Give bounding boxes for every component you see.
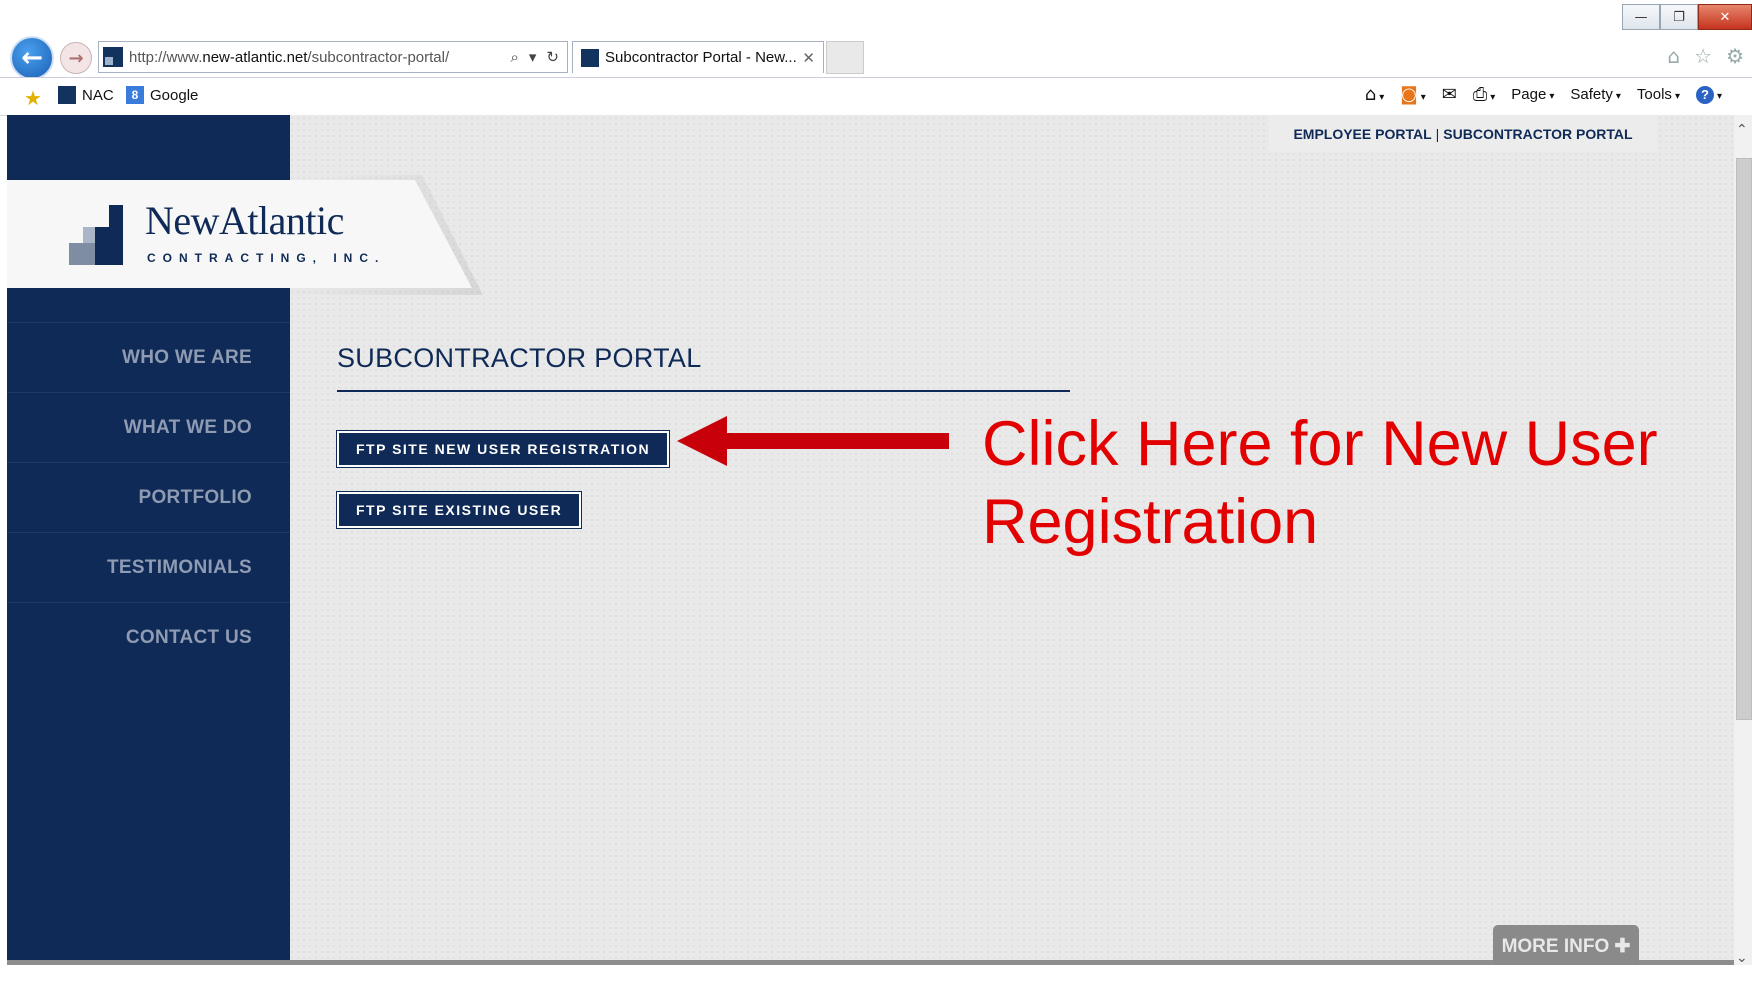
chevron-down-icon: ▾ bbox=[1490, 92, 1496, 103]
ftp-new-user-registration-button[interactable]: FTP SITE NEW USER REGISTRATION bbox=[337, 431, 670, 467]
tab-label: Subcontractor Portal - New... bbox=[605, 49, 797, 66]
scrollbar-thumb[interactable] bbox=[1736, 158, 1752, 720]
browser-right-icons: ⌂ ☆ ⚙ bbox=[1667, 44, 1744, 68]
chevron-down-icon: ▾ bbox=[1379, 92, 1385, 103]
help-menu[interactable]: ? ▾ bbox=[1695, 85, 1722, 104]
nav-item-what-we-do[interactable]: WHAT WE DO bbox=[7, 392, 290, 462]
portal-links: EMPLOYEE PORTAL | SUBCONTRACTOR PORTAL bbox=[1269, 115, 1657, 152]
nac-favicon-icon bbox=[58, 86, 76, 104]
annotation-arrow-icon bbox=[677, 416, 949, 466]
site-nav: WHO WE ARE WHAT WE DO PORTFOLIO TESTIMON… bbox=[7, 322, 290, 672]
url-text[interactable]: http://www.new-atlantic.net/subcontracto… bbox=[129, 49, 449, 66]
chevron-down-icon: ▾ bbox=[1549, 91, 1555, 102]
safety-menu-label: Safety bbox=[1570, 86, 1613, 103]
chevron-down-icon: ▾ bbox=[1716, 90, 1722, 102]
feeds-button[interactable]: ◙ ▾ bbox=[1400, 84, 1426, 105]
more-info-button[interactable]: MORE INFO ✚ bbox=[1493, 925, 1639, 965]
nav-item-contact-us[interactable]: CONTACT US bbox=[7, 602, 290, 672]
tools-menu[interactable]: Tools ▾ bbox=[1637, 86, 1680, 103]
rss-icon: ◙ bbox=[1400, 84, 1418, 105]
nav-item-portfolio[interactable]: PORTFOLIO bbox=[7, 462, 290, 532]
favorite-google[interactable]: 8 Google bbox=[126, 86, 198, 104]
favorite-nac-label: NAC bbox=[82, 86, 114, 104]
title-divider bbox=[337, 390, 1070, 392]
site-favicon-icon bbox=[103, 47, 123, 67]
favorites-bar: ★ NAC 8 Google ⌂ ▾ ◙ ▾ ✉ ⎙ ▾ Page ▾ Safety ▾ … bbox=[0, 77, 1752, 116]
scroll-down-icon[interactable]: ⌄ bbox=[1736, 950, 1748, 966]
printer-icon: ⎙ bbox=[1472, 84, 1488, 105]
tab-favicon-icon bbox=[581, 48, 599, 67]
forward-arrow-icon: → bbox=[68, 47, 84, 69]
close-window-button[interactable]: ✕ bbox=[1698, 4, 1752, 30]
favorites-icon[interactable]: ☆ bbox=[1694, 44, 1712, 68]
command-bar: ⌂ ▾ ◙ ▾ ✉ ⎙ ▾ Page ▾ Safety ▾ Tools ▾ ? ▾ bbox=[1365, 84, 1722, 105]
minimize-button[interactable]: — bbox=[1622, 4, 1660, 30]
chevron-down-icon: ▾ bbox=[1674, 91, 1680, 102]
ftp-existing-user-button[interactable]: FTP SITE EXISTING USER bbox=[337, 492, 582, 528]
chevron-down-icon: ▾ bbox=[1420, 92, 1426, 103]
logo-wordmark: NewAtlantic bbox=[145, 198, 344, 243]
logo-mark-icon bbox=[69, 205, 131, 265]
favorite-nac[interactable]: NAC bbox=[58, 86, 114, 104]
restore-button[interactable]: ❐ bbox=[1660, 4, 1698, 30]
page-title: SUBCONTRACTOR PORTAL bbox=[337, 343, 702, 373]
tab-close-icon[interactable]: ✕ bbox=[802, 49, 815, 67]
google-favicon-icon: 8 bbox=[126, 86, 144, 104]
house-icon: ⌂ bbox=[1364, 84, 1377, 105]
print-button[interactable]: ⎙ ▾ bbox=[1473, 84, 1495, 105]
page-menu[interactable]: Page ▾ bbox=[1511, 86, 1554, 103]
annotation-callout: Click Here for New User Registration bbox=[982, 409, 1658, 557]
back-button[interactable]: ← bbox=[10, 36, 54, 80]
logo-subtitle: CONTRACTING, INC. bbox=[147, 251, 386, 265]
chevron-down-icon: ▾ bbox=[1615, 91, 1621, 102]
address-tools: ⌕ ▾ ↻ bbox=[510, 48, 567, 66]
url-path: /subcontractor-portal/ bbox=[307, 48, 450, 66]
browser-toolbar: ← → http://www.new-atlantic.net/subcontr… bbox=[0, 34, 1752, 80]
address-bar[interactable]: http://www.new-atlantic.net/subcontracto… bbox=[98, 41, 568, 73]
gear-icon[interactable]: ⚙ bbox=[1726, 44, 1744, 68]
tools-menu-label: Tools bbox=[1636, 86, 1672, 103]
mail-icon[interactable]: ✉ bbox=[1442, 84, 1457, 105]
safety-menu[interactable]: Safety ▾ bbox=[1570, 86, 1621, 103]
new-tab-button[interactable] bbox=[826, 41, 864, 74]
window-controls: — ❐ ✕ bbox=[1622, 4, 1752, 30]
window-title-bar: — ❐ ✕ bbox=[0, 0, 1752, 34]
home-icon[interactable]: ⌂ bbox=[1667, 44, 1680, 68]
nav-item-who-we-are[interactable]: WHO WE ARE bbox=[7, 322, 290, 392]
nav-item-testimonials[interactable]: TESTIMONIALS bbox=[7, 532, 290, 602]
page-viewport: NewAtlantic CONTRACTING, INC. WHO WE ARE… bbox=[7, 115, 1734, 965]
tab-subcontractor-portal[interactable]: Subcontractor Portal - New... ✕ bbox=[572, 41, 824, 73]
refresh-icon[interactable]: ↻ bbox=[546, 48, 559, 66]
subcontractor-portal-link[interactable]: SUBCONTRACTOR PORTAL bbox=[1443, 126, 1632, 142]
add-favorite-star-icon[interactable]: ★ bbox=[24, 86, 42, 110]
status-strip bbox=[0, 965, 1752, 986]
favorite-google-label: Google bbox=[150, 86, 199, 104]
page-menu-label: Page bbox=[1511, 86, 1547, 103]
employee-portal-link[interactable]: EMPLOYEE PORTAL bbox=[1293, 126, 1431, 142]
url-prefix: http://www. bbox=[129, 48, 203, 66]
help-icon: ? bbox=[1695, 85, 1714, 104]
forward-button[interactable]: → bbox=[60, 42, 92, 74]
portal-link-separator: | bbox=[1435, 125, 1440, 142]
dropdown-icon[interactable]: ▾ bbox=[529, 48, 537, 66]
back-arrow-icon: ← bbox=[21, 43, 43, 73]
scroll-up-icon[interactable]: ⌃ bbox=[1736, 122, 1748, 138]
search-icon[interactable]: ⌕ bbox=[510, 48, 518, 66]
url-domain: new-atlantic.net bbox=[202, 48, 308, 66]
command-home-button[interactable]: ⌂ ▾ bbox=[1365, 84, 1384, 105]
